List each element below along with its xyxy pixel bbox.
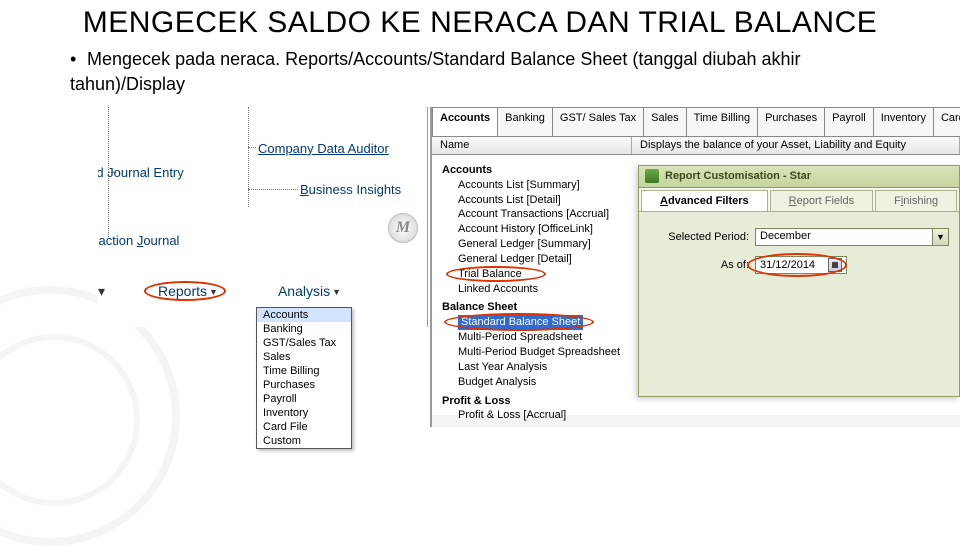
menu-prev-arrow[interactable]: ▾ (98, 283, 105, 300)
tab-accounts[interactable]: Accounts (432, 107, 498, 136)
combo-value: December (756, 229, 932, 245)
column-headers: Name Displays the balance of your Asset,… (432, 137, 960, 155)
tab-advanced-filters[interactable]: Advanced Filters (641, 190, 768, 211)
overlay-title: Report Customisation - Star (665, 170, 811, 182)
report-customisation-window: Report Customisation - Star Advanced Fil… (638, 165, 960, 397)
dropdown-item-card-file[interactable]: Card File (257, 420, 351, 434)
dropdown-item-gst[interactable]: GST/Sales Tax (257, 336, 351, 350)
tab-report-fields[interactable]: Report Fields (770, 190, 873, 211)
chevron-down-icon: ▼ (209, 287, 218, 297)
overlay-body: Selected Period: December ▼ As of: 31/12… (639, 212, 959, 300)
link-record-journal-entry[interactable]: rd Journal Entry (98, 165, 184, 180)
menu-analysis[interactable]: Analysis▼ (278, 283, 341, 299)
label-as-of: As of: (649, 259, 749, 271)
bottom-menu-bar: ▾ Reports▼ Analysis▼ (158, 283, 428, 299)
tree-connector (108, 107, 109, 172)
command-centre-panel: rd Journal Entry Company Data Auditor Bu… (98, 107, 428, 327)
row-as-of: As of: 31/12/2014 ▦ (649, 256, 949, 274)
dropdown-item-custom[interactable]: Custom (257, 434, 351, 448)
calendar-icon[interactable]: ▦ (828, 258, 842, 272)
chevron-down-icon: ▼ (332, 287, 341, 297)
chevron-down-icon[interactable]: ▼ (932, 229, 948, 245)
link-business-insights[interactable]: Business Insights (300, 182, 401, 197)
tab-finishing[interactable]: Finishing (875, 190, 957, 211)
overlay-titlebar: Report Customisation - Star (639, 166, 959, 188)
tab-payroll[interactable]: Payroll (824, 107, 874, 136)
report-standard-balance-sheet[interactable]: Standard Balance Sheet (458, 315, 583, 330)
tab-banking[interactable]: Banking (497, 107, 553, 136)
report-tabs: Accounts Banking GST/ Sales Tax Sales Ti… (432, 107, 960, 137)
dropdown-item-time-billing[interactable]: Time Billing (257, 364, 351, 378)
dropdown-item-inventory[interactable]: Inventory (257, 406, 351, 420)
dropdown-item-banking[interactable]: Banking (257, 322, 351, 336)
col-desc: Displays the balance of your Asset, Liab… (632, 137, 960, 154)
report-pl-accrual[interactable]: Profit & Loss [Accrual] (458, 408, 950, 423)
tab-inventory[interactable]: Inventory (873, 107, 934, 136)
tree-connector (248, 107, 249, 207)
slide-bullet: • Mengecek pada neraca. Reports/Accounts… (70, 47, 890, 97)
tree-connector (108, 172, 109, 237)
tab-purchases[interactable]: Purchases (757, 107, 825, 136)
tab-sales[interactable]: Sales (643, 107, 687, 136)
report-trial-balance[interactable]: Trial Balance (458, 268, 522, 280)
dropdown-item-accounts[interactable]: Accounts (257, 308, 351, 322)
link-company-data-auditor[interactable]: Company Data Auditor (258, 141, 389, 156)
window-icon (645, 169, 659, 183)
menu-reports[interactable]: Reports▼ (158, 283, 218, 299)
input-as-of-date[interactable]: 31/12/2014 ▦ (755, 256, 847, 274)
screenshot-composite: rd Journal Entry Company Data Auditor Bu… (0, 107, 960, 467)
slide-title: MENGECEK SALDO KE NERACA DAN TRIAL BALAN… (60, 6, 900, 41)
overlay-tabs: Advanced Filters Report Fields Finishing (639, 188, 959, 212)
combo-selected-period[interactable]: December ▼ (755, 228, 949, 246)
reports-dropdown: Accounts Banking GST/Sales Tax Sales Tim… (256, 307, 352, 449)
row-selected-period: Selected Period: December ▼ (649, 228, 949, 246)
date-value: 31/12/2014 (760, 259, 815, 271)
dropdown-item-payroll[interactable]: Payroll (257, 392, 351, 406)
link-transaction-journal[interactable]: saction Journal (98, 233, 179, 248)
tab-card[interactable]: Card (933, 107, 960, 136)
bullet-text: Mengecek pada neraca. Reports/Accounts/S… (70, 49, 800, 94)
tree-connector (248, 147, 256, 148)
label-selected-period: Selected Period: (649, 231, 749, 243)
col-name: Name (432, 137, 632, 154)
tab-gst[interactable]: GST/ Sales Tax (552, 107, 644, 136)
myob-logo-icon: M (388, 213, 418, 243)
tree-connector (248, 189, 298, 190)
dropdown-item-sales[interactable]: Sales (257, 350, 351, 364)
tab-time-billing[interactable]: Time Billing (686, 107, 758, 136)
dropdown-item-purchases[interactable]: Purchases (257, 378, 351, 392)
